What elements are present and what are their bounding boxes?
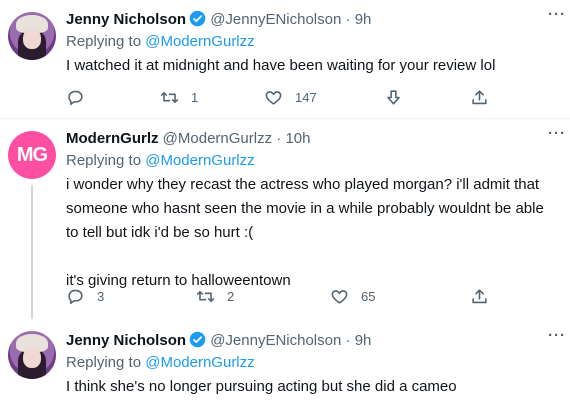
replying-to: Replying to @ModernGurlzz xyxy=(66,151,560,171)
reply-button[interactable] xyxy=(66,88,97,107)
display-name[interactable]: Jenny Nicholson xyxy=(66,11,186,28)
tweet[interactable]: Jenny Nicholson @JennyENicholson · 9h Re… xyxy=(0,319,570,406)
user-handle[interactable]: @JennyENicholson xyxy=(210,332,341,349)
tweet-text: i wonder why they recast the actress who… xyxy=(66,176,544,289)
share-icon xyxy=(472,289,487,304)
user-handle[interactable]: @JennyENicholson xyxy=(210,11,341,28)
heart-icon xyxy=(331,290,348,304)
arrow-down-icon xyxy=(387,90,400,105)
timestamp[interactable]: 9h xyxy=(355,11,372,28)
avatar[interactable] xyxy=(8,331,56,379)
share-button[interactable] xyxy=(470,287,489,306)
reply-button[interactable]: 3 xyxy=(66,287,104,306)
display-name[interactable]: ModernGurlz xyxy=(66,130,159,147)
verified-badge-icon xyxy=(189,10,206,27)
retweet-icon xyxy=(160,91,179,104)
mention-link[interactable]: @ModernGurlzz xyxy=(145,354,254,371)
tweet[interactable]: MG ModernGurlz @ModernGurlzz · 10h Reply… xyxy=(0,119,570,319)
retweet-count: 1 xyxy=(191,90,199,105)
like-button[interactable]: 147 xyxy=(264,88,317,107)
thread-connector xyxy=(31,185,33,319)
replying-prefix: Replying to xyxy=(66,33,142,50)
retweet-button[interactable]: 1 xyxy=(160,88,198,107)
avatar[interactable] xyxy=(8,12,56,60)
replying-to: Replying to @ModernGurlzz xyxy=(66,32,560,52)
tweet[interactable]: Jenny Nicholson @JennyENicholson · 9h Re… xyxy=(0,0,570,118)
like-button[interactable]: 65 xyxy=(330,287,375,306)
retweet-count: 2 xyxy=(227,289,235,304)
display-name[interactable]: Jenny Nicholson xyxy=(66,332,186,349)
separator-dot: · xyxy=(345,332,351,349)
tweet-text: I watched it at midnight and have been w… xyxy=(66,57,496,74)
retweet-button[interactable]: 2 xyxy=(196,287,234,306)
replying-prefix: Replying to xyxy=(66,354,142,371)
downvote-button[interactable] xyxy=(384,88,403,107)
timestamp[interactable]: 9h xyxy=(355,332,372,349)
mention-link[interactable]: @ModernGurlzz xyxy=(145,152,254,169)
reply-count: 3 xyxy=(97,289,105,304)
mention-link[interactable]: @ModernGurlzz xyxy=(145,33,254,50)
share-button[interactable] xyxy=(470,88,489,107)
more-options-icon[interactable]: ··· xyxy=(548,327,566,344)
reply-icon xyxy=(68,90,83,106)
more-options-icon[interactable]: ··· xyxy=(548,125,566,142)
heart-icon xyxy=(265,91,282,105)
avatar[interactable]: MG xyxy=(8,131,56,179)
separator-dot: · xyxy=(276,130,282,147)
tweet-text: I think she's no longer pursuing acting … xyxy=(66,378,457,395)
like-count: 65 xyxy=(361,289,376,304)
avatar-initials: MG xyxy=(16,143,48,166)
verified-badge-icon xyxy=(189,331,206,348)
timestamp[interactable]: 10h xyxy=(285,130,310,147)
user-handle[interactable]: @ModernGurlzz xyxy=(163,130,272,147)
more-options-icon[interactable]: ··· xyxy=(548,6,566,23)
retweet-icon xyxy=(196,290,215,303)
share-icon xyxy=(472,90,487,105)
reply-icon xyxy=(68,289,83,305)
separator-dot: · xyxy=(345,11,351,28)
replying-to: Replying to @ModernGurlzz xyxy=(66,353,560,373)
like-count: 147 xyxy=(295,90,317,105)
replying-prefix: Replying to xyxy=(66,152,142,169)
